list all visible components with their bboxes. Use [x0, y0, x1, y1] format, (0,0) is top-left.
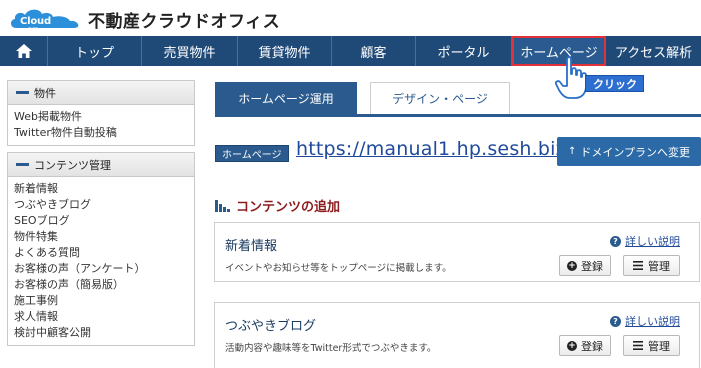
homepage-url-link[interactable]: https://manual1.hp.sesh.biz/ [296, 138, 572, 160]
sidebar-link-list: 新着情報 つぶやきブログ SEOブログ 物件特集 よくある質問 お客様の声（アン… [8, 177, 194, 345]
sidebar-section-header: コンテンツ管理 [8, 153, 194, 177]
cloud-office-logo[interactable]: Cloud office [8, 6, 84, 38]
sidebar: 物件 Web掲載物件 Twitter物件自動投稿 コンテンツ管理 新着情報 つぶ… [7, 80, 195, 368]
logo-text: Cloud office [20, 16, 51, 38]
sidebar-link-job-postings[interactable]: 求人情報 [14, 309, 188, 325]
tab-underline [215, 114, 701, 117]
detail-link[interactable]: ? 詳しい説明 [610, 233, 680, 249]
nav-home[interactable] [0, 36, 48, 66]
sidebar-link-prospect-disclosure[interactable]: 検討中顧客公開 [14, 325, 188, 341]
sidebar-section-title: 物件 [34, 86, 56, 100]
tab-homepage-operation[interactable]: ホームページ運用 [215, 82, 357, 114]
home-icon [15, 44, 32, 58]
card-description: イベントやお知らせ等をトップページに掲載します。 [225, 263, 452, 274]
manage-label: 管理 [648, 339, 670, 353]
manage-button[interactable]: 管理 [623, 335, 680, 356]
detail-link-text: 詳しい説明 [625, 235, 680, 248]
list-icon [633, 341, 643, 350]
domain-button-label: ドメインプランへ変更 [580, 145, 691, 159]
nav-sale-properties[interactable]: 売買物件 [142, 36, 238, 66]
nav-rental-properties[interactable]: 賃貸物件 [238, 36, 332, 66]
sidebar-section-content: コンテンツ管理 新着情報 つぶやきブログ SEOブログ 物件特集 よくある質問 … [7, 152, 195, 346]
sidebar-link-seo-blog[interactable]: SEOブログ [14, 213, 188, 229]
dash-icon [16, 91, 29, 94]
bar-chart-icon [215, 200, 230, 212]
manage-label: 管理 [648, 259, 670, 273]
card-title: 新着情報 [225, 239, 278, 254]
nav-customers[interactable]: 顧客 [332, 36, 416, 66]
homepage-url-row: ホームページ https://manual1.hp.sesh.biz/ ↑ ドメ… [215, 137, 701, 167]
sidebar-link-faq[interactable]: よくある質問 [14, 245, 188, 261]
sidebar-link-testimonials-simple[interactable]: お客様の声（簡易版） [14, 277, 188, 293]
help-icon: ? [610, 235, 621, 247]
help-icon: ? [610, 315, 621, 327]
detail-link[interactable]: ? 詳しい説明 [610, 313, 680, 329]
sidebar-link-list: Web掲載物件 Twitter物件自動投稿 [8, 105, 194, 145]
plus-icon: + [567, 340, 577, 351]
nav-portal[interactable]: ポータル [416, 36, 512, 66]
card-description: 活動内容や趣味等をTwitter形式でつぶやきます。 [225, 343, 437, 354]
content-card-news: 新着情報 イベントやお知らせ等をトップページに掲載します。 ? 詳しい説明 + … [214, 222, 700, 282]
sidebar-link-web-listings[interactable]: Web掲載物件 [14, 109, 188, 125]
tab-design-pages[interactable]: デザイン・ページ [370, 82, 510, 114]
register-label: 登録 [581, 259, 603, 273]
register-label: 登録 [581, 339, 603, 353]
homepage-badge: ホームページ [215, 145, 289, 162]
dash-icon [16, 163, 29, 166]
nav-top[interactable]: トップ [48, 36, 142, 66]
arrow-up-icon: ↑ [567, 146, 577, 157]
change-domain-plan-button[interactable]: ↑ ドメインプランへ変更 [557, 137, 701, 166]
sidebar-link-testimonials-survey[interactable]: お客様の声（アンケート） [14, 261, 188, 277]
app-header: Cloud office 不動産クラウドオフィス [0, 0, 701, 38]
main-nav: トップ 売買物件 賃貸物件 顧客 ポータル ホームページ アクセス解析 [0, 36, 701, 66]
sidebar-link-tweet-blog[interactable]: つぶやきブログ [14, 197, 188, 213]
manage-button[interactable]: 管理 [623, 255, 680, 276]
sidebar-link-twitter-autopost[interactable]: Twitter物件自動投稿 [14, 125, 188, 141]
sidebar-link-property-features[interactable]: 物件特集 [14, 229, 188, 245]
detail-link-text: 詳しい説明 [625, 315, 680, 328]
sidebar-section-title: コンテンツ管理 [34, 158, 111, 172]
click-callout: クリック [585, 75, 644, 92]
plus-icon: + [567, 260, 577, 271]
section-title-text: コンテンツの追加 [236, 199, 341, 215]
sidebar-section-properties: 物件 Web掲載物件 Twitter物件自動投稿 [7, 80, 195, 146]
nav-access-analytics[interactable]: アクセス解析 [606, 36, 701, 66]
sidebar-section-header: 物件 [8, 81, 194, 105]
list-icon [633, 261, 643, 270]
register-button[interactable]: + 登録 [559, 335, 611, 356]
section-title: コンテンツの追加 [215, 196, 341, 215]
card-title: つぶやきブログ [225, 319, 317, 334]
register-button[interactable]: + 登録 [559, 255, 611, 276]
content-card-tweet-blog: つぶやきブログ 活動内容や趣味等をTwitter形式でつぶやきます。 ? 詳しい… [214, 302, 700, 368]
sidebar-link-news[interactable]: 新着情報 [14, 181, 188, 197]
site-name: 不動産クラウドオフィス [88, 12, 281, 32]
sidebar-link-construction-cases[interactable]: 施工事例 [14, 293, 188, 309]
